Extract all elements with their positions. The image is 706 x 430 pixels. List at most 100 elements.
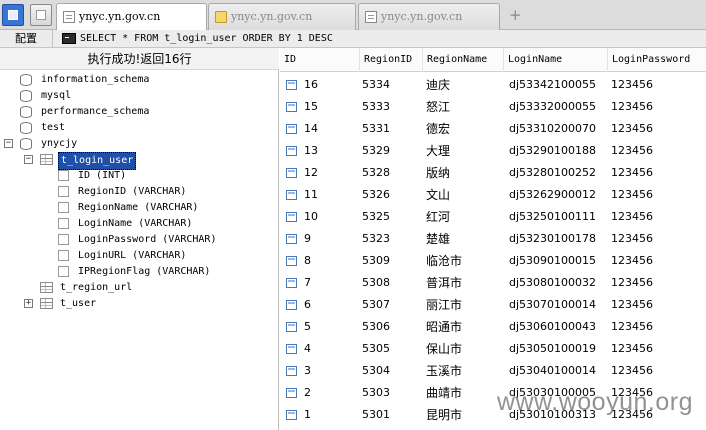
column-header-id[interactable]: ID: [280, 48, 360, 72]
cell-login-name: dj53040100014: [509, 364, 597, 377]
cell-region-id: 5307: [362, 298, 390, 311]
table-row[interactable]: 14 5331 德宏 dj53310200070 123456: [280, 118, 706, 140]
watermark: www.wooyun.org: [497, 388, 693, 416]
tab-folder[interactable]: ynyc.yn.gov.cn: [208, 3, 356, 30]
cell-region-id: 5328: [362, 166, 390, 179]
cell-region-id: 5326: [362, 188, 390, 201]
column-icon: [58, 234, 69, 245]
query-toolbar: 配置 SELECT * FROM t_login_user ORDER BY 1…: [0, 30, 706, 48]
cell-id: 6: [304, 298, 311, 311]
cell-login-name: dj53250100111: [509, 210, 597, 223]
column-header-loginname[interactable]: LoginName: [504, 48, 608, 72]
cell-region-name: 德宏: [426, 122, 451, 136]
cell-login-name: dj53262900012: [509, 188, 597, 201]
table-row[interactable]: 4 5305 保山市 dj53050100019 123456: [280, 338, 706, 360]
cell-login-name: dj53230100178: [509, 232, 597, 245]
new-tab-button[interactable]: +: [509, 6, 522, 24]
tab-label: ynyc.yn.gov.cn: [231, 10, 313, 23]
folder-icon: [215, 11, 227, 23]
collapse-icon[interactable]: −: [4, 139, 13, 148]
table-row[interactable]: 8 5309 临沧市 dj53090100015 123456: [280, 250, 706, 272]
cell-region-name: 红河: [426, 210, 451, 224]
cell-region-id: 5334: [362, 78, 390, 91]
cell-region-name: 昭通市: [426, 320, 463, 334]
row-icon: [286, 190, 297, 200]
column-header-regionname[interactable]: RegionName: [423, 48, 504, 72]
table-row[interactable]: 12 5328 版纳 dj53280100252 123456: [280, 162, 706, 184]
tree-label: LoginURL (VARCHAR): [78, 250, 187, 261]
expand-icon[interactable]: +: [24, 299, 33, 308]
cell-region-name: 文山: [426, 188, 451, 202]
result-grid: ID RegionID RegionName LoginName LoginPa…: [280, 48, 706, 430]
sql-query-input[interactable]: SELECT * FROM t_login_user ORDER BY 1 DE…: [80, 30, 333, 47]
column-icon: [58, 250, 69, 261]
cell-login-name: dj53280100252: [509, 166, 597, 179]
tree-label: information_schema: [41, 74, 150, 85]
page-icon: [365, 11, 377, 23]
tab-label: ynyc.yn.gov.cn: [381, 10, 463, 23]
table-row[interactable]: 10 5325 红河 dj53250100111 123456: [280, 206, 706, 228]
cell-login-name: dj53090100015: [509, 254, 597, 267]
table-row[interactable]: 11 5326 文山 dj53262900012 123456: [280, 184, 706, 206]
column-header-loginpassword[interactable]: LoginPassword: [608, 48, 706, 72]
row-icon: [286, 124, 297, 134]
cell-region-name: 玉溪市: [426, 364, 463, 378]
cell-region-name: 临沧市: [426, 254, 463, 268]
cell-password: 123456: [611, 276, 653, 289]
cell-region-name: 大理: [426, 144, 451, 158]
cell-password: 123456: [611, 364, 653, 377]
database-icon: [20, 122, 32, 134]
row-icon: [286, 234, 297, 244]
cell-password: 123456: [611, 232, 653, 245]
row-icon: [286, 278, 297, 288]
table-row[interactable]: 15 5333 怒江 dj53332000055 123456: [280, 96, 706, 118]
table-row[interactable]: 5 5306 昭通市 dj53060100043 123456: [280, 316, 706, 338]
terminal-icon: [62, 33, 76, 44]
cell-id: 5: [304, 320, 311, 333]
cell-login-name: dj53060100043: [509, 320, 597, 333]
row-icon: [286, 80, 297, 90]
tab-page[interactable]: ynyc.yn.gov.cn: [358, 3, 500, 30]
config-button[interactable]: 配置: [0, 30, 53, 48]
tree-label: RegionName (VARCHAR): [78, 202, 199, 213]
cell-region-id: 5323: [362, 232, 390, 245]
table-row[interactable]: 6 5307 丽江市 dj53070100014 123456: [280, 294, 706, 316]
cell-password: 123456: [611, 122, 653, 135]
tree-label: performance_schema: [41, 106, 150, 117]
table-row[interactable]: 13 5329 大理 dj53290100188 123456: [280, 140, 706, 162]
cell-region-name: 楚雄: [426, 232, 451, 246]
table-row[interactable]: 7 5308 普洱市 dj53080100032 123456: [280, 272, 706, 294]
cell-region-id: 5301: [362, 408, 390, 421]
tab-active[interactable]: ynyc.yn.gov.cn: [56, 3, 207, 31]
table-row[interactable]: 9 5323 楚雄 dj53230100178 123456: [280, 228, 706, 250]
collapse-icon[interactable]: −: [24, 155, 33, 164]
database-icon: [20, 106, 32, 118]
tree-label: LoginName (VARCHAR): [78, 218, 193, 229]
tree-label: test: [41, 122, 66, 133]
tree-label: LoginPassword (VARCHAR): [78, 234, 217, 245]
column-header-regionid[interactable]: RegionID: [360, 48, 423, 72]
table-row[interactable]: 3 5304 玉溪市 dj53040100014 123456: [280, 360, 706, 382]
cell-region-name: 丽江市: [426, 298, 463, 312]
cell-id: 12: [304, 166, 318, 179]
status-message: 执行成功!返回16行: [0, 48, 279, 70]
cell-region-name: 保山市: [426, 342, 463, 356]
column-icon: [58, 202, 69, 213]
table-row[interactable]: 16 5334 迪庆 dj53342100055 123456: [280, 74, 706, 96]
column-icon: [58, 170, 69, 181]
cell-id: 9: [304, 232, 311, 245]
cell-region-id: 5329: [362, 144, 390, 157]
cell-password: 123456: [611, 144, 653, 157]
tree-label: mysql: [41, 90, 72, 101]
cell-password: 123456: [611, 342, 653, 355]
window-icon: [36, 10, 46, 20]
window-toggle-button[interactable]: [2, 4, 24, 26]
tab-label: ynyc.yn.gov.cn: [79, 10, 161, 23]
row-icon: [286, 146, 297, 156]
window-list-button[interactable]: [30, 4, 52, 26]
tree-label: RegionID (VARCHAR): [78, 186, 187, 197]
cell-region-id: 5305: [362, 342, 390, 355]
cell-region-name: 迪庆: [426, 78, 451, 92]
cell-region-id: 5325: [362, 210, 390, 223]
tree-label: ID (INT): [78, 170, 127, 181]
